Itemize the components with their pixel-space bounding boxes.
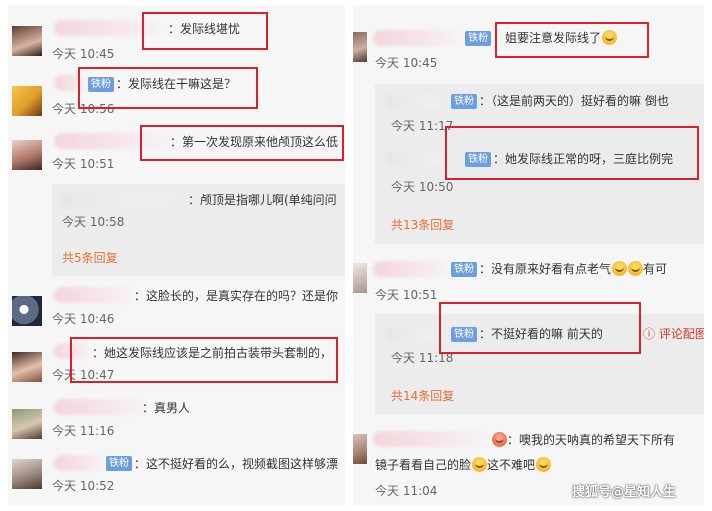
comment-time: 今天 11:16 [52,424,115,438]
fan-badge: 铁粉 [451,262,477,277]
cry-emoji-icon [472,457,488,472]
blurred-username [373,431,493,447]
reply-count-link[interactable]: 共14条回复 [391,388,454,404]
fan-badge: 铁粉 [451,327,477,342]
blurred-username [54,133,174,149]
avatar[interactable] [12,26,42,56]
comment-image-link[interactable]: ⓘ 评论配图 [643,326,704,342]
comment-time: 今天 10:46 [52,312,115,326]
watermark: 搜狐号@星知人生 [572,485,677,500]
blurred-username [54,20,164,36]
comment-text: ：这不挺好看的么，视频截图这样够漂 [134,457,339,471]
comment-text-line2: 镜子看看自己的脸 这不难吧 [375,456,552,474]
avatar[interactable] [12,86,42,116]
comment-time: 今天 11:04 [375,484,438,498]
avatar[interactable] [12,140,42,170]
comment-text: ：发际线堪忧 [168,22,241,36]
reply-thread: 铁粉 ：不挺好看的嘛 前天的 ⓘ 评论配图 今天 11:18 共14条回复 [375,314,704,414]
reply-count-link[interactable]: 共5条回复 [62,250,118,266]
reply-thread: ：颅顶是指哪儿啊(单纯问问 今天 10:58 共5条回复 [52,184,345,276]
fan-badge: 铁粉 [465,31,491,46]
reply-text: ：她发际线正常的呀，三庭比例完 [493,152,674,166]
blurred-username [373,30,465,46]
comment-time: 今天 10:56 [52,102,115,116]
blurred-username [385,93,455,109]
avatar[interactable] [353,32,367,62]
comment-time: 今天 10:45 [375,56,438,70]
comment-text: ：姐要注意发际线了 [493,29,618,47]
right-comment-screenshot: 铁粉 ：姐要注意发际线了 今天 10:45 铁粉 ：（这是前两天的）挺好看的嘛 … [353,6,704,505]
comment-text: ：她这发际线应该是之前拍古装带头套制的， [92,346,333,360]
comment-time: 今天 10:47 [52,368,115,382]
comment-time: 今天 10:51 [375,288,438,302]
reply-time: 今天 11:17 [391,119,454,133]
reply-time: 今天 10:58 [62,215,125,229]
blurred-username [373,261,451,277]
avatar[interactable] [353,263,367,293]
blurred-username [385,326,455,342]
comment-text: ：第一次发现原来他颅顶这么低 [170,135,339,149]
comment-text: ：没有原来好看有点老气 有可 [479,261,668,276]
comment-text: ：噢我的天呐真的希望天下所有 [491,431,675,449]
fan-badge: 铁粉 [465,152,491,167]
shock-emoji-icon [536,457,552,472]
blurred-username [54,399,150,415]
comment-text: ：发际线在干嘛这是？ [116,77,237,91]
blurred-username [54,455,108,471]
avatar[interactable] [12,459,42,489]
avatar[interactable] [12,352,42,382]
avatar[interactable] [353,434,367,464]
reply-thread: 铁粉 ：（这是前两天的）挺好看的嘛 倒也 今天 11:17 铁粉 ：她发际线正常… [375,84,704,244]
left-comment-screenshot: ：发际线堪忧 今天 10:45 铁粉 ：发际线在干嘛这是？ 今天 10:56 ：… [8,6,345,505]
shy-emoji-icon [492,432,507,447]
comment-text: ：这脸长的，是真实存在的吗？还是你 [134,289,339,303]
reply-time: 今天 11:18 [391,351,454,365]
comment-time: 今天 10:51 [52,157,115,171]
avatar[interactable] [12,296,42,326]
reply-text: ：颅顶是指哪儿啊(单纯问问 [188,193,337,207]
blurred-username [54,343,92,359]
comment-time: 今天 10:45 [52,47,115,61]
grin-emoji-icon [612,261,628,276]
blurred-username [60,192,190,208]
blurred-username [54,75,90,91]
fan-badge: 铁粉 [106,456,132,471]
reply-count-link[interactable]: 共13条回复 [391,217,454,233]
comment-text: ：真男人 [142,401,191,415]
blurred-username [54,287,138,303]
comment-time: 今天 10:52 [52,479,115,493]
reply-text: ：不挺好看的嘛 前天的 [479,327,603,341]
blurred-username [385,150,461,166]
avatar[interactable] [12,409,42,439]
reply-text: ：（这是前两天的）挺好看的嘛 倒也 [479,94,669,108]
reply-time: 今天 10:50 [391,180,454,194]
grin-emoji-icon [628,261,644,276]
fan-badge: 铁粉 [88,77,114,92]
emoji-icon [602,30,618,45]
fan-badge: 铁粉 [451,94,477,109]
